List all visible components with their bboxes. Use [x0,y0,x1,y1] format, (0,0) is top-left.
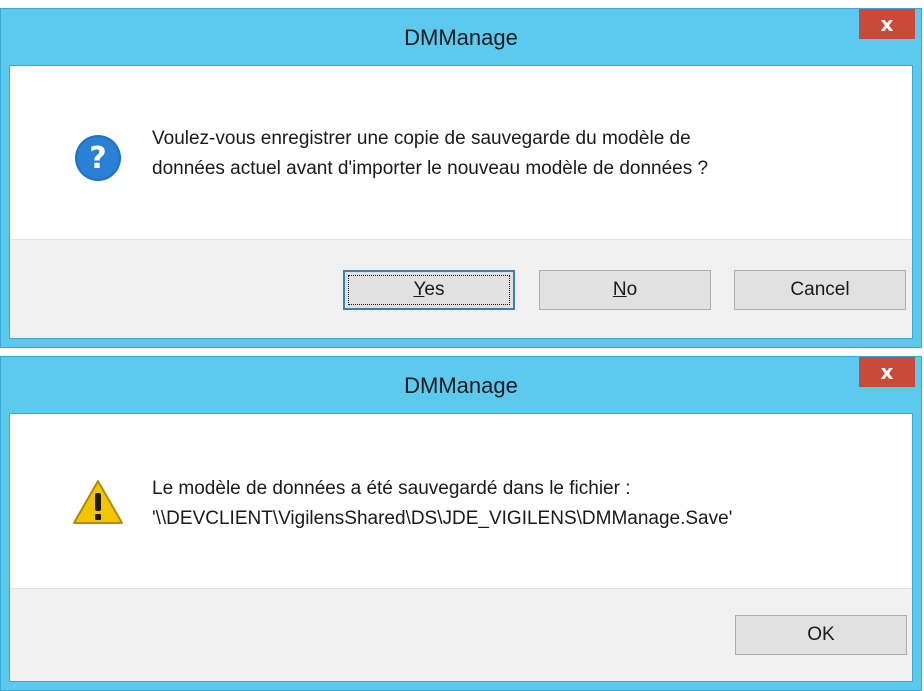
message-text: Le modèle de données a été sauvegardé da… [152,474,732,534]
warning-icon [72,478,124,531]
message-area: Le modèle de données a été sauvegardé da… [10,414,912,592]
message-line: données actuel avant d'importer le nouve… [152,158,709,179]
yes-button[interactable]: Yes [343,270,515,310]
dialog-title: DMManage [404,373,518,398]
backup-confirm-dialog: DMManage x ? Voulez-vous enregistrer une… [0,8,922,348]
button-bar: OK [10,588,912,681]
close-button[interactable]: x [859,9,915,39]
message-line: Voulez-vous enregistrer une copie de sau… [152,128,691,149]
button-bar: Yes No Cancel [10,239,912,338]
message-line: Le modèle de données a été sauvegardé da… [152,478,631,499]
titlebar: DMManage x [1,9,921,65]
backup-saved-dialog: DMManage x Le modèle de données a été sa… [0,356,922,691]
no-mnemonic: N [612,279,627,300]
dialog-body: Le modèle de données a été sauvegardé da… [9,413,913,682]
dialog-title: DMManage [404,25,518,50]
no-label-rest: o [626,279,638,300]
message-text: Voulez-vous enregistrer une copie de sau… [152,124,708,184]
question-icon: ? [74,134,122,187]
svg-text:?: ? [89,141,106,176]
close-button[interactable]: x [859,357,915,387]
cancel-button[interactable]: Cancel [734,270,906,310]
parent-window-strip-top [0,0,924,8]
no-button[interactable]: No [539,270,711,310]
dialog-body: ? Voulez-vous enregistrer une copie de s… [9,65,913,339]
parent-window-strip-middle [0,348,924,356]
message-line: '\\DEVCLIENT\VigilensShared\DS\JDE_VIGIL… [152,508,733,529]
message-area: ? Voulez-vous enregistrer une copie de s… [10,66,912,244]
titlebar: DMManage x [1,357,921,413]
ok-button[interactable]: OK [735,615,907,655]
